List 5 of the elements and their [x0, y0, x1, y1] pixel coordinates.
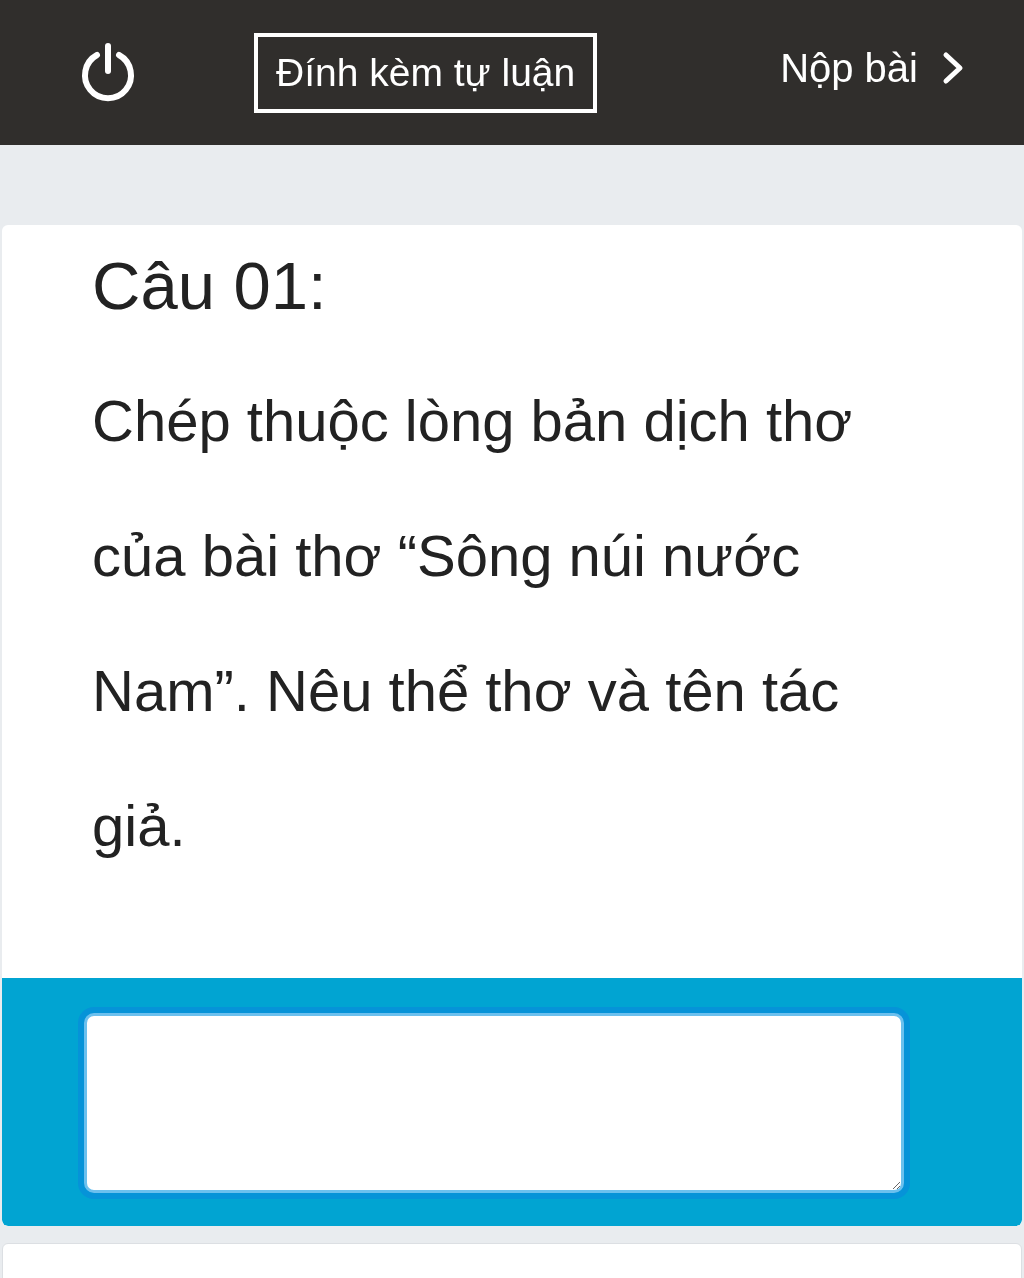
- question-text: Chép thuộc lòng bản dịch thơ của bài thơ “Sông núi nước Nam”. Nêu thể thơ và tên tác giả.: [92, 387, 854, 860]
- question-number: Câu 01:: [92, 249, 328, 323]
- chevron-right-icon: [942, 50, 964, 85]
- submit-button[interactable]: Nộp bài: [780, 47, 964, 88]
- attach-essay-button[interactable]: Đính kèm tự luận: [254, 32, 598, 113]
